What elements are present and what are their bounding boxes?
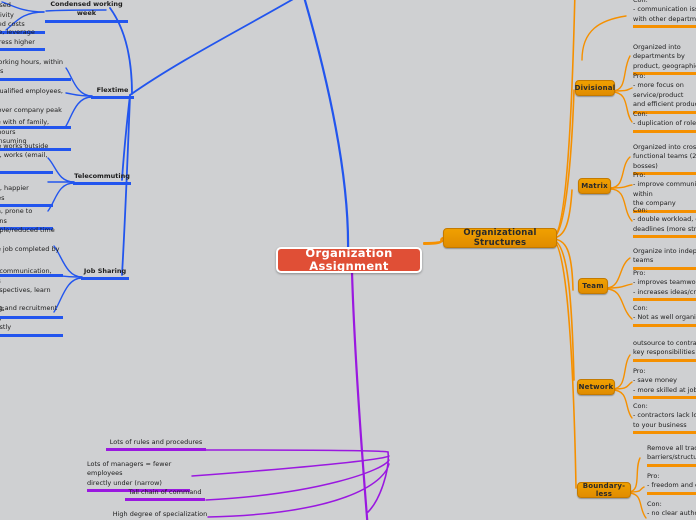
branch-organizational-structures-label: Organizational Structures [463, 228, 537, 248]
branch-divisional-label: Divisional [574, 84, 616, 92]
node-cww-con[interactable]: Con: - fatigue, leverage work stress hig… [0, 19, 46, 53]
node-tall-chain-of-command-label: Tall chain of command [128, 488, 202, 496]
node-network-pro[interactable]: Pro: - save money - more skilled at job [632, 367, 696, 401]
node-team-pro[interactable]: Pro: - improves teamwork - increases ide… [632, 269, 696, 303]
node-boundaryless-pro[interactable]: Pro: - freedom and creativity [646, 472, 696, 497]
branch-telecommuting-label: Telecommuting [74, 172, 130, 180]
node-boundaryless-desc-label: Remove all traditional barriers/structur… [647, 444, 696, 462]
node-cww-con-label: Con: - fatigue, leverage work stress hig… [0, 28, 35, 46]
branch-matrix-label: Matrix [581, 182, 608, 190]
node-matrix-con-label: Con: - double workload, double deadlines… [633, 206, 696, 233]
branch-team[interactable]: Team [578, 278, 608, 294]
node-functional-con[interactable]: Con: - communication issues with other d… [632, 0, 696, 30]
node-boundaryless-con-label: Con: - no clear authority, difficult to … [647, 500, 696, 520]
branch-job-sharing-label: Job Sharing [83, 267, 127, 275]
root-node-label: Organization Assignment [305, 246, 393, 273]
node-telecommuting-desc-label: Employee works outside the office, works… [0, 142, 49, 160]
node-high-degree-of-specialization-label: High degree of specialization [112, 510, 208, 518]
branch-boundaryless[interactable]: Boundary-less [577, 482, 631, 498]
node-team-con[interactable]: Con: - Not as well organized [632, 304, 696, 329]
node-network-desc[interactable]: outsource to contractors key responsibil… [632, 339, 696, 364]
branch-network-label: Network [578, 383, 614, 391]
branch-telecommuting[interactable]: Telecommuting [72, 172, 132, 187]
node-boundaryless-desc[interactable]: Remove all traditional barriers/structur… [646, 444, 696, 469]
node-jobsharing-con-label: Con: - training and recruitment troubles… [0, 304, 58, 332]
node-functional-con-label: Con: - communication issues with other d… [633, 0, 696, 23]
node-network-pro-label: Pro: - save money - more skilled at job [633, 367, 696, 394]
node-tall-chain-of-command[interactable]: Tall chain of command [124, 488, 206, 503]
node-rules-and-procedures-label: Lots of rules and procedures [109, 438, 203, 446]
node-lots-of-managers-label: Lots of managers = fewer employees direc… [87, 460, 172, 487]
node-high-degree-of-specialization[interactable]: High degree of specialization [110, 510, 210, 520]
branch-organizational-structures[interactable]: Organizational Structures [443, 228, 557, 248]
node-network-con[interactable]: Con: - contractors lack loyalty to your … [632, 402, 696, 436]
node-network-desc-label: outsource to contractors key responsibil… [633, 339, 696, 357]
node-team-pro-label: Pro: - improves teamwork - increases ide… [633, 269, 696, 296]
branch-divisional[interactable]: Divisional [575, 80, 615, 96]
branch-flextime[interactable]: Flextime [90, 86, 135, 101]
branch-team-label: Team [582, 282, 604, 290]
node-boundaryless-pro-label: Pro: - freedom and creativity [647, 472, 696, 490]
node-matrix-pro-label: Pro: - improve communication within the … [633, 171, 696, 208]
node-telecommuting-con-label: Con: - isolation, prone to distractions [0, 207, 33, 225]
node-divisional-desc-label: Organized into departments by product, g… [633, 43, 696, 70]
mindmap-canvas[interactable]: Organization Assignment Organizational S… [0, 0, 696, 520]
branch-network[interactable]: Network [577, 379, 615, 395]
node-divisional-con-label: Con: - duplication of roles [633, 110, 696, 128]
node-divisional-pro-label: Pro: - more focus on service/product and… [633, 72, 696, 109]
node-condensed-working-week-label: Condensed working week [50, 0, 123, 18]
node-jobsharing-con[interactable]: Con: - training and recruitment troubles… [0, 295, 64, 339]
branch-matrix[interactable]: Matrix [578, 178, 611, 194]
node-team-desc-label: Organize into independent teams [633, 247, 696, 265]
node-condensed-working-week[interactable]: Condensed working week [44, 0, 129, 25]
branch-boundaryless-label: Boundary-less [582, 482, 626, 498]
node-network-con-label: Con: - contractors lack loyalty to your … [633, 402, 696, 429]
node-rules-and-procedures[interactable]: Lots of rules and procedures [105, 438, 207, 453]
node-boundaryless-con[interactable]: Con: - no clear authority, difficult to … [646, 500, 696, 520]
branch-flextime-label: Flextime [96, 86, 129, 94]
node-matrix-desc-label: Organized into cross functional teams (2… [633, 143, 696, 170]
node-telecommuting-desc[interactable]: Employee works outside the office, works… [0, 142, 54, 176]
node-team-con-label: Con: - Not as well organized [633, 304, 696, 322]
node-divisional-con[interactable]: Con: - duplication of roles [632, 110, 696, 135]
node-matrix-con[interactable]: Con: - double workload, double deadlines… [632, 206, 696, 240]
root-node[interactable]: Organization Assignment [276, 247, 422, 273]
node-flextime-desc-label: Choose working hours, within restriction… [0, 58, 64, 76]
branch-job-sharing[interactable]: Job Sharing [80, 267, 130, 282]
